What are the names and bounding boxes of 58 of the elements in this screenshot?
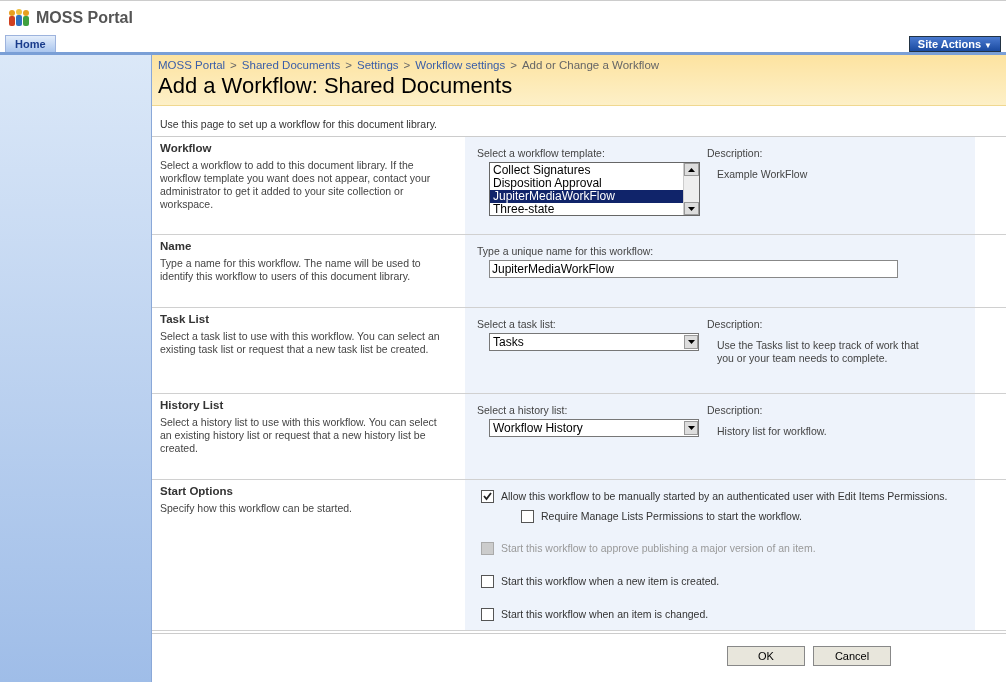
- breadcrumb-separator: >: [230, 59, 237, 71]
- dropdown-arrow-icon[interactable]: [687, 340, 695, 344]
- description-text: Example WorkFlow: [716, 167, 809, 182]
- description-text: History list for workflow.: [716, 424, 828, 439]
- site-actions-button[interactable]: Site Actions ▼: [908, 36, 1001, 52]
- breadcrumb-link[interactable]: Shared Documents: [241, 59, 341, 71]
- field-label: Select a history list:: [477, 404, 569, 416]
- list-option[interactable]: Disposition Approval: [490, 177, 683, 190]
- section-description: Select a history list to use with this workflow. You can select an existing history list or request that a new history list be created.: [160, 416, 438, 455]
- up-arrow-icon[interactable]: [688, 167, 695, 172]
- checkbox-label: Start this workflow when an item is changed.: [501, 608, 709, 620]
- breadcrumb-link[interactable]: Workflow settings: [415, 59, 506, 71]
- checkbox[interactable]: [481, 574, 494, 588]
- home-tab[interactable]: Home: [5, 35, 56, 52]
- breadcrumb-link[interactable]: Settings: [357, 59, 399, 71]
- section-heading: Name: [160, 240, 193, 252]
- site-title[interactable]: MOSS Portal: [36, 8, 133, 27]
- checkbox-label: Start this workflow when a new item is created.: [501, 575, 720, 587]
- breadcrumb-separator: >: [403, 59, 411, 71]
- breadcrumb-link[interactable]: MOSS Portal: [158, 59, 226, 71]
- cancel-button[interactable]: Cancel: [813, 646, 891, 666]
- section-heading: Workflow: [160, 142, 213, 154]
- checkbox-label: Start this workflow to approve publishing a major version of an item.: [501, 542, 816, 554]
- checkbox[interactable]: [481, 489, 494, 503]
- down-arrow-icon[interactable]: [688, 206, 695, 211]
- checkbox-label: Require Manage Lists Permissions to start the workflow.: [541, 510, 802, 522]
- page-title: Add a Workflow: Shared Documents: [158, 73, 514, 99]
- breadcrumb-separator: >: [510, 59, 517, 71]
- field-label: Select a workflow template:: [477, 147, 606, 159]
- description-text: Use the Tasks list to keep track of work that you or your team needs to complete.: [716, 338, 920, 366]
- template-listbox[interactable]: Collect Signatures Disposition Approval JupiterMediaWorkFlow Three-state: [489, 162, 700, 216]
- section-heading: Start Options: [160, 485, 234, 497]
- description-label: Description:: [707, 404, 764, 416]
- ok-button[interactable]: OK: [727, 646, 805, 666]
- dropdown[interactable]: Tasks: [489, 333, 699, 351]
- section-description: Type a name for this workflow. The name will be used to identify this workflow to users of this document library.: [160, 257, 422, 283]
- field-label: Type a unique name for this workflow:: [477, 245, 655, 257]
- checkbox[interactable]: [521, 509, 534, 523]
- checkbox[interactable]: [481, 607, 494, 621]
- description-label: Description:: [707, 147, 764, 159]
- section-heading: History List: [160, 399, 225, 411]
- breadcrumb-current: Add or Change a Workflow: [521, 59, 660, 71]
- section-description: Select a task list to use with this workflow. You can select an existing task list or request that a new task list be created.: [160, 330, 441, 356]
- field-label: Select a task list:: [477, 318, 557, 330]
- list-option[interactable]: JupiterMediaWorkFlow: [490, 190, 683, 203]
- section-description: Specify how this workflow can be started.: [160, 502, 353, 515]
- name-input-field[interactable]: JupiterMediaWorkFlow: [489, 260, 898, 278]
- section-heading: Task List: [160, 313, 210, 325]
- scrollbar[interactable]: [683, 163, 699, 215]
- list-option[interactable]: Three-state: [490, 203, 683, 216]
- section-description: Select a workflow to add to this document library. If the workflow template you want does not appear, contact your administrator to get it added to your site collection or workspace.: [160, 159, 432, 211]
- checkbox-label: Allow this workflow to be manually started by an authenticated user with Edit Items Permissions.: [501, 490, 948, 502]
- dropdown-arrow-icon[interactable]: [687, 426, 695, 430]
- breadcrumb-separator: >: [345, 59, 352, 71]
- description-label: Description:: [707, 318, 764, 330]
- list-option[interactable]: Collect Signatures: [490, 164, 683, 177]
- dropdown[interactable]: Workflow History: [489, 419, 699, 437]
- people-logo-icon: [8, 8, 30, 27]
